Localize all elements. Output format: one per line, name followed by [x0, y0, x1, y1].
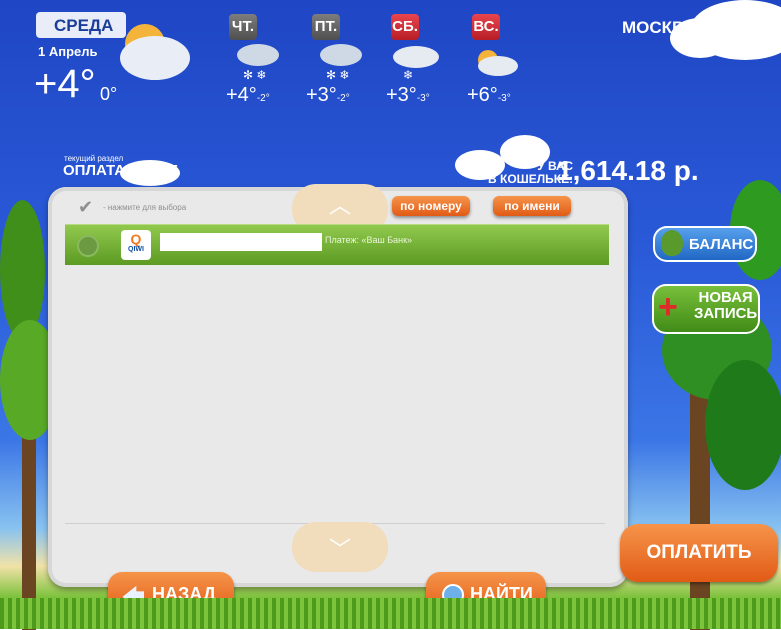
- forecast-temp-sat: +3°-3°: [386, 84, 430, 106]
- section-title: ОПЛАТА УСЛУГ: [63, 162, 178, 179]
- forecast-temp-thu: +4°-2°: [226, 84, 270, 106]
- weather-today-day-text: СРЕДА: [54, 16, 114, 35]
- partly-cloudy-icon: [472, 46, 522, 86]
- check-icon: ✔: [78, 197, 94, 217]
- forecast-day-fri: ПТ.: [312, 14, 340, 40]
- weather-today-temp: +4°: [34, 62, 96, 106]
- wallet-amount: 1,614.18 р.: [557, 155, 699, 186]
- new-record-button[interactable]: + НОВАЯ ЗАПИСЬ: [652, 284, 760, 334]
- radio-select-icon[interactable]: [77, 235, 99, 257]
- snow-cloud-icon: ❄: [391, 44, 441, 84]
- snow-cloud-icon: ✻ ❄: [316, 42, 366, 82]
- forecast-temp-sun: +6°-3°: [467, 84, 511, 106]
- money-bag-icon: [661, 230, 683, 256]
- chevron-down-icon: ﹀: [328, 537, 352, 562]
- qiwi-logo-icon: Q QIWI: [121, 230, 151, 260]
- plus-icon: +: [658, 288, 678, 326]
- balance-button[interactable]: БАЛАНС: [653, 226, 757, 262]
- weather-today-cloud-icon: [115, 24, 195, 84]
- scroll-down-button[interactable]: ﹀: [292, 522, 388, 572]
- sort-by-number-button[interactable]: по номеру: [392, 196, 470, 216]
- sort-by-name-button[interactable]: по имени: [493, 196, 571, 216]
- grass-decoration: [0, 598, 781, 629]
- forecast-day-thu: ЧТ.: [229, 14, 257, 40]
- item-payee: Платеж: «Ваш Банк»: [325, 235, 413, 245]
- snow-cloud-icon: ✻ ❄: [233, 42, 283, 82]
- forecast-temp-fri: +3°-2°: [306, 84, 350, 106]
- list-hint: - нажмите для выбора: [103, 203, 187, 212]
- forecast-day-sat: СБ.: [391, 14, 419, 40]
- forecast-day-sun: ВС.: [472, 14, 500, 40]
- city-name: МОСКВА: [622, 18, 696, 37]
- weather-today-temp-min: 0°: [100, 84, 118, 104]
- weather-today-date: 1 Апрель: [38, 44, 98, 59]
- tree-leaves-right: [705, 360, 781, 490]
- pay-button[interactable]: ОПЛАТИТЬ: [620, 524, 778, 582]
- tree-leaves-left: [0, 200, 45, 340]
- item-name-field: [160, 233, 322, 251]
- chevron-up-icon: ︿: [328, 193, 352, 218]
- list-item[interactable]: Q QIWI Платеж: «Ваш Банк»: [65, 224, 609, 265]
